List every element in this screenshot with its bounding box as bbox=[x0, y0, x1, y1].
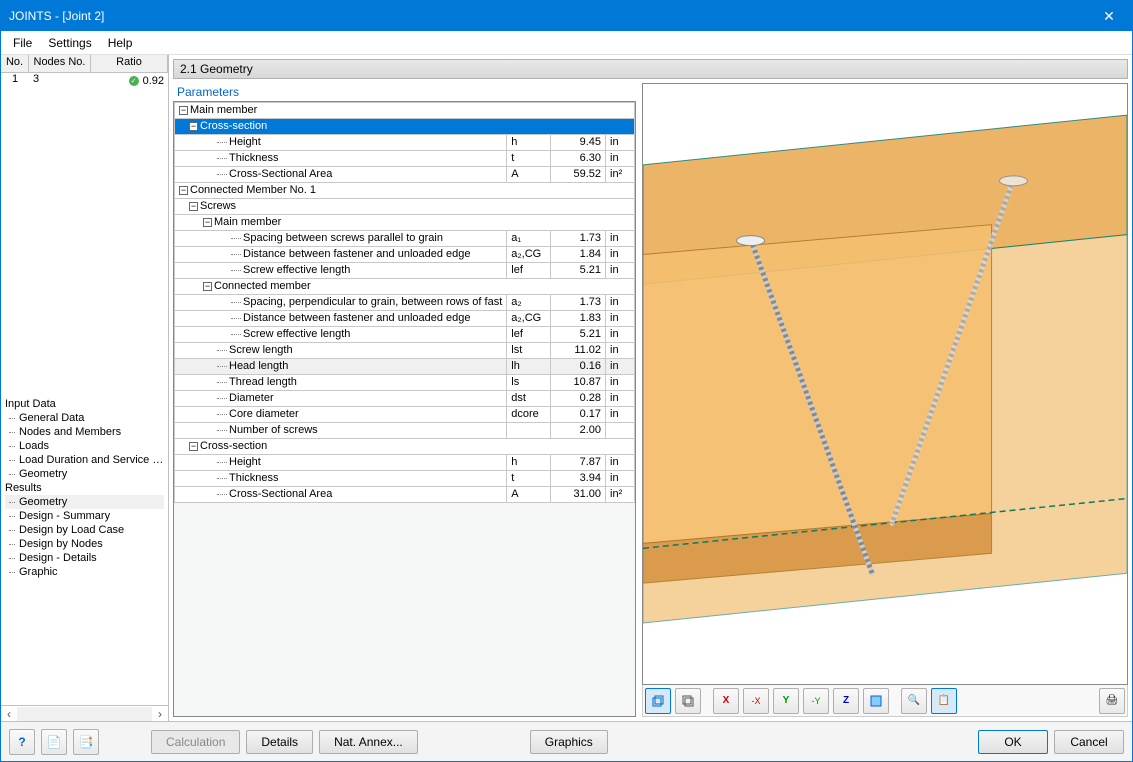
nav-tree: Input Data General Data Nodes and Member… bbox=[1, 395, 168, 705]
group-screws[interactable]: −Screws bbox=[175, 199, 635, 215]
group-cross-section[interactable]: −Cross-section bbox=[175, 119, 635, 135]
ok-button[interactable]: OK bbox=[978, 730, 1048, 754]
tree-geometry[interactable]: Geometry bbox=[5, 467, 164, 481]
graphics-button[interactable]: Graphics bbox=[530, 730, 608, 754]
help-button[interactable]: ? bbox=[9, 729, 35, 755]
row-spacing-parallel[interactable]: Spacing between screws parallel to grain… bbox=[175, 231, 635, 247]
row-head-length[interactable]: Head lengthlh0.16in bbox=[175, 359, 635, 375]
tree-r-geometry[interactable]: Geometry bbox=[5, 495, 164, 509]
row-core-diameter[interactable]: Core diameterdcore0.17in bbox=[175, 407, 635, 423]
import-button[interactable]: 📑 bbox=[73, 729, 99, 755]
view-iso2-button[interactable] bbox=[675, 688, 701, 714]
row-dist-fastener-2[interactable]: Distance between fastener and unloaded e… bbox=[175, 311, 635, 327]
row-height[interactable]: Heighth9.45in bbox=[175, 135, 635, 151]
col-no[interactable]: No. bbox=[1, 55, 29, 72]
row-height-2[interactable]: Heighth7.87in bbox=[175, 455, 635, 471]
group-connected-member[interactable]: −Connected Member No. 1 bbox=[175, 183, 635, 199]
main-area: No. Nodes No. Ratio 1 3 ✓ 0.92 Input Dat… bbox=[1, 55, 1132, 721]
row-num-screws[interactable]: Number of screws2.00 bbox=[175, 423, 635, 439]
scroll-left-icon[interactable]: ‹ bbox=[1, 707, 17, 721]
joint-render bbox=[643, 84, 1127, 684]
check-icon: ✓ bbox=[129, 76, 139, 86]
nav-table-header: No. Nodes No. Ratio bbox=[1, 55, 168, 73]
tree-general-data[interactable]: General Data bbox=[5, 411, 164, 425]
center-panel: 2.1 Geometry Parameters −Main member −Cr… bbox=[169, 55, 1132, 721]
tree-hscroll[interactable]: ‹ › bbox=[1, 705, 168, 721]
row-dist-fastener-1[interactable]: Distance between fastener and unloaded e… bbox=[175, 247, 635, 263]
nav-row-1[interactable]: 1 3 ✓ 0.92 bbox=[1, 73, 168, 89]
minus-icon[interactable]: − bbox=[203, 282, 212, 291]
row-thickness[interactable]: Thicknesst6.30in bbox=[175, 151, 635, 167]
minus-icon[interactable]: − bbox=[179, 186, 188, 195]
row-diameter[interactable]: Diameterdst0.28in bbox=[175, 391, 635, 407]
row-screw-eff-len-1[interactable]: Screw effective lengthlef5.21in bbox=[175, 263, 635, 279]
view-y-button[interactable]: Y bbox=[773, 688, 799, 714]
nat-annex-button[interactable]: Nat. Annex... bbox=[319, 730, 418, 754]
group-cross-section-2[interactable]: −Cross-section bbox=[175, 439, 635, 455]
details-button[interactable]: Details bbox=[246, 730, 313, 754]
menu-file[interactable]: File bbox=[5, 33, 40, 53]
tree-r-nodes[interactable]: Design by Nodes bbox=[5, 537, 164, 551]
minus-icon[interactable]: − bbox=[203, 218, 212, 227]
view-cube-button[interactable] bbox=[863, 688, 889, 714]
col-ratio[interactable]: Ratio bbox=[91, 55, 168, 72]
row-thread-length[interactable]: Thread lengthls10.87in bbox=[175, 375, 635, 391]
view-z-button[interactable]: Z bbox=[833, 688, 859, 714]
tree-r-graphic[interactable]: Graphic bbox=[5, 565, 164, 579]
export-button[interactable]: 📄 bbox=[41, 729, 67, 755]
view-copy-button[interactable]: 📋 bbox=[931, 688, 957, 714]
minus-icon[interactable]: − bbox=[179, 106, 188, 115]
tree-r-loadcase[interactable]: Design by Load Case bbox=[5, 523, 164, 537]
tree-r-summary[interactable]: Design - Summary bbox=[5, 509, 164, 523]
window-title: JOINTS - [Joint 2] bbox=[9, 9, 104, 23]
row-screw-eff-len-2[interactable]: Screw effective lengthlef5.21in bbox=[175, 327, 635, 343]
minus-icon[interactable]: − bbox=[189, 122, 198, 131]
view-xneg-button[interactable]: -X bbox=[743, 688, 769, 714]
content-row: Parameters −Main member −Cross-section H… bbox=[173, 83, 1128, 717]
row-thickness-2[interactable]: Thicknesst3.94in bbox=[175, 471, 635, 487]
bottom-bar: ? 📄 📑 Calculation Details Nat. Annex... … bbox=[1, 721, 1132, 761]
menu-bar: File Settings Help bbox=[1, 31, 1132, 55]
parameters-table[interactable]: −Main member −Cross-section Heighth9.45i… bbox=[173, 102, 636, 717]
section-title: 2.1 Geometry bbox=[173, 59, 1128, 79]
view3d-toolbar: X -X Y -Y Z 🔍 📋 🖨 bbox=[642, 685, 1128, 717]
parameters-area: Parameters −Main member −Cross-section H… bbox=[173, 83, 636, 717]
group-main-member[interactable]: −Main member bbox=[175, 103, 635, 119]
row-csa[interactable]: Cross-Sectional AreaA59.52in² bbox=[175, 167, 635, 183]
minus-icon[interactable]: − bbox=[189, 442, 198, 451]
view3d-panel: X -X Y -Y Z 🔍 📋 🖨 bbox=[642, 83, 1128, 717]
view-print-button[interactable]: 🖨 bbox=[1099, 688, 1125, 714]
cancel-button[interactable]: Cancel bbox=[1054, 730, 1124, 754]
tree-r-details[interactable]: Design - Details bbox=[5, 551, 164, 565]
nav-table-body bbox=[1, 89, 168, 395]
close-button[interactable]: ✕ bbox=[1086, 1, 1132, 31]
col-nodes[interactable]: Nodes No. bbox=[29, 55, 91, 72]
view-zoom-button[interactable]: 🔍 bbox=[901, 688, 927, 714]
titlebar: JOINTS - [Joint 2] ✕ bbox=[1, 1, 1132, 31]
tree-results[interactable]: Results bbox=[5, 481, 164, 495]
view-x-button[interactable]: X bbox=[713, 688, 739, 714]
minus-icon[interactable]: − bbox=[189, 202, 198, 211]
tree-nodes-members[interactable]: Nodes and Members bbox=[5, 425, 164, 439]
row-csa-2[interactable]: Cross-Sectional AreaA31.00in² bbox=[175, 487, 635, 503]
view-yneg-button[interactable]: -Y bbox=[803, 688, 829, 714]
tree-load-duration[interactable]: Load Duration and Service Clas bbox=[5, 453, 164, 467]
parameters-header: Parameters bbox=[173, 83, 636, 102]
view-iso1-button[interactable] bbox=[645, 688, 671, 714]
tree-input-data[interactable]: Input Data bbox=[5, 397, 164, 411]
menu-help[interactable]: Help bbox=[100, 33, 141, 53]
app-window: JOINTS - [Joint 2] ✕ File Settings Help … bbox=[0, 0, 1133, 762]
scroll-right-icon[interactable]: › bbox=[152, 707, 168, 721]
view3d-canvas[interactable] bbox=[642, 83, 1128, 685]
group-screws-connected[interactable]: −Connected member bbox=[175, 279, 635, 295]
calculation-button[interactable]: Calculation bbox=[151, 730, 240, 754]
left-panel: No. Nodes No. Ratio 1 3 ✓ 0.92 Input Dat… bbox=[1, 55, 169, 721]
tree-loads[interactable]: Loads bbox=[5, 439, 164, 453]
menu-settings[interactable]: Settings bbox=[40, 33, 99, 53]
row-screw-length[interactable]: Screw lengthlst11.02in bbox=[175, 343, 635, 359]
group-screws-main[interactable]: −Main member bbox=[175, 215, 635, 231]
row-spacing-perp[interactable]: Spacing, perpendicular to grain, between… bbox=[175, 295, 635, 311]
